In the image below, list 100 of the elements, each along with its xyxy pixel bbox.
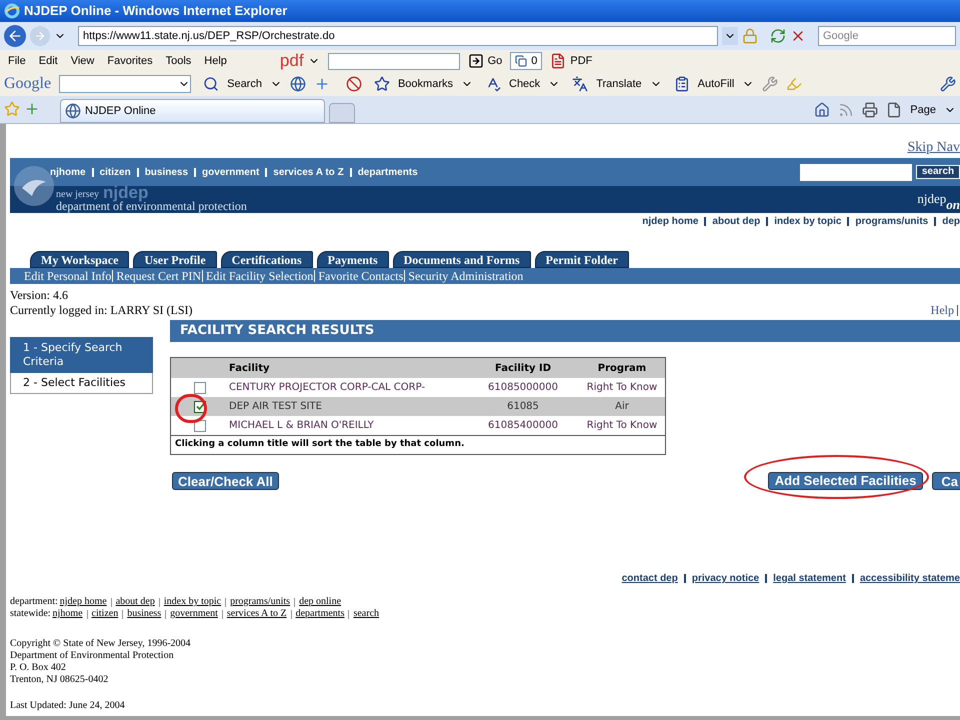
subnav-link[interactable]: Request Cert PIN [116, 267, 201, 285]
nav-link[interactable]: njhome [50, 164, 86, 180]
column-header[interactable]: Program [579, 360, 665, 376]
settings-icon[interactable] [940, 76, 956, 92]
subnav-link[interactable]: Security Administration [408, 267, 524, 285]
toolbar-button[interactable]: AutoFill [698, 76, 734, 92]
department-label: department: [10, 596, 58, 608]
menu-item[interactable]: View [70, 52, 94, 70]
footer-link[interactable]: index by topic [164, 596, 222, 608]
footer-link[interactable]: privacy notice [692, 571, 760, 586]
nav-link[interactable]: about dep [712, 214, 760, 228]
row-checkbox[interactable] [194, 382, 206, 394]
footer-link[interactable]: about dep [116, 596, 155, 608]
add-selected-button[interactable]: Add Selected Facilities [768, 472, 924, 490]
footer-link[interactable]: business [127, 608, 162, 620]
help-link[interactable]: Help [930, 303, 954, 318]
globe-icon[interactable] [290, 76, 306, 92]
tab[interactable]: User Profile [133, 251, 217, 268]
go-button[interactable]: Go [488, 52, 502, 70]
nav-link[interactable]: programs/units [855, 214, 928, 228]
address-dropdown-button[interactable] [722, 27, 738, 45]
column-header[interactable]: Facility ID [467, 360, 579, 376]
toolbar-button[interactable]: Bookmarks [398, 76, 453, 92]
footer-link[interactable]: government [170, 608, 218, 620]
program-cell-text: Right To Know [586, 419, 658, 433]
popup-blocker-icon[interactable] [346, 76, 362, 92]
footer-link[interactable]: services A to Z [226, 608, 287, 620]
tab[interactable]: Documents and Forms [392, 251, 531, 268]
star-icon[interactable] [374, 76, 390, 92]
nav-link[interactable]: departments [358, 164, 418, 180]
go-icon[interactable] [468, 53, 484, 69]
counter-button[interactable]: 0 [510, 52, 542, 70]
clipboard-icon[interactable] [674, 76, 690, 92]
site-search-field[interactable] [800, 164, 912, 180]
footer-link[interactable]: legal statement [773, 571, 846, 586]
menu-item[interactable]: Edit [38, 52, 58, 70]
nav-link[interactable]: index by topic [774, 214, 842, 228]
nav-link[interactable]: njdep home [642, 214, 698, 228]
footer-link[interactable]: search [353, 608, 380, 620]
search-button[interactable]: search [916, 165, 960, 179]
nav-link[interactable]: government [202, 164, 260, 180]
footer-link[interactable]: njhome [52, 608, 83, 620]
forward-arrow-icon [34, 30, 46, 42]
facility-name: CENTURY PROJECTOR CORP-CAL CORP- [229, 381, 426, 395]
nav-link[interactable]: business [144, 164, 188, 180]
tab[interactable]: Payments [316, 251, 389, 268]
column-header[interactable]: Facility [229, 360, 467, 376]
toolbar-button[interactable]: Translate [596, 76, 642, 92]
footer-link[interactable]: departments [296, 608, 344, 620]
plus-icon[interactable] [314, 76, 330, 92]
toolbar-button[interactable]: Check [509, 76, 540, 92]
skip-nav-link[interactable]: Skip Nav [908, 137, 960, 158]
translate-icon[interactable] [572, 76, 588, 92]
search-icon[interactable] [203, 76, 220, 92]
footer-link[interactable]: citizen [92, 608, 118, 620]
menu-item[interactable]: Favorites [107, 52, 153, 70]
pdf-icon[interactable] [550, 53, 566, 69]
home-icon[interactable] [814, 102, 830, 118]
address-field[interactable]: https://www11.state.nj.us/DEP_RSP/Orchestrate.do [78, 26, 718, 46]
refresh-icon[interactable] [770, 28, 786, 44]
footer-link[interactable]: programs/units [230, 596, 290, 608]
tab[interactable]: My Workspace [30, 251, 130, 268]
page-menu[interactable]: Page [910, 102, 936, 118]
cancel-button[interactable]: Ca [932, 472, 960, 490]
footer-link[interactable]: accessibility stateme [860, 571, 960, 586]
menu-item[interactable]: File [8, 52, 26, 70]
nav-link[interactable]: citizen [100, 164, 131, 180]
menu-item[interactable]: Tools [166, 52, 192, 70]
subnav-link[interactable]: Edit Facility Selection [206, 267, 314, 285]
pdf-field[interactable] [328, 52, 460, 70]
site-icon [65, 103, 81, 119]
nav-link[interactable]: services A to Z [273, 164, 344, 180]
browser-tab[interactable]: NJDEP Online [60, 99, 325, 123]
subnav-link[interactable]: Edit Personal Info [24, 267, 112, 285]
brand-small: new jersey [56, 190, 100, 200]
brand-subtitle: department of environmental protection [56, 200, 247, 212]
logged-in-text: Currently logged in: LARRY SI (LSI) [10, 303, 193, 318]
program-cell-text: Air [614, 400, 630, 414]
step-item[interactable]: 2 - Select Facilities [10, 373, 153, 394]
tab[interactable]: Permit Folder [534, 251, 629, 268]
search-field[interactable]: Google [818, 26, 956, 46]
pdf-button[interactable]: PDF [570, 52, 592, 70]
page-icon[interactable] [886, 102, 902, 118]
add-favorite-icon[interactable] [24, 101, 40, 117]
row-checkbox[interactable] [194, 420, 206, 432]
toolbar-button[interactable]: Search [227, 76, 262, 92]
footer-link[interactable]: dep online [299, 596, 342, 608]
subnav-link[interactable]: Favorite Contacts [318, 267, 404, 285]
tab[interactable]: Certifications [220, 251, 313, 268]
menu-item[interactable]: Help [204, 52, 227, 70]
google-search-field[interactable] [59, 75, 192, 93]
clear-check-all-button[interactable]: Clear/Check All [172, 472, 279, 490]
back-button[interactable] [4, 25, 26, 47]
panel-title: FACILITY SEARCH RESULTS [170, 320, 960, 342]
footer-link[interactable]: njdep home [60, 596, 107, 608]
footer-link[interactable]: contact dep [622, 571, 678, 586]
print-icon[interactable] [862, 102, 878, 118]
nav-link[interactable]: dep [942, 214, 960, 228]
step-item[interactable]: 1 - Specify Search Criteria [10, 337, 153, 373]
logo-text: njdep [917, 190, 946, 208]
